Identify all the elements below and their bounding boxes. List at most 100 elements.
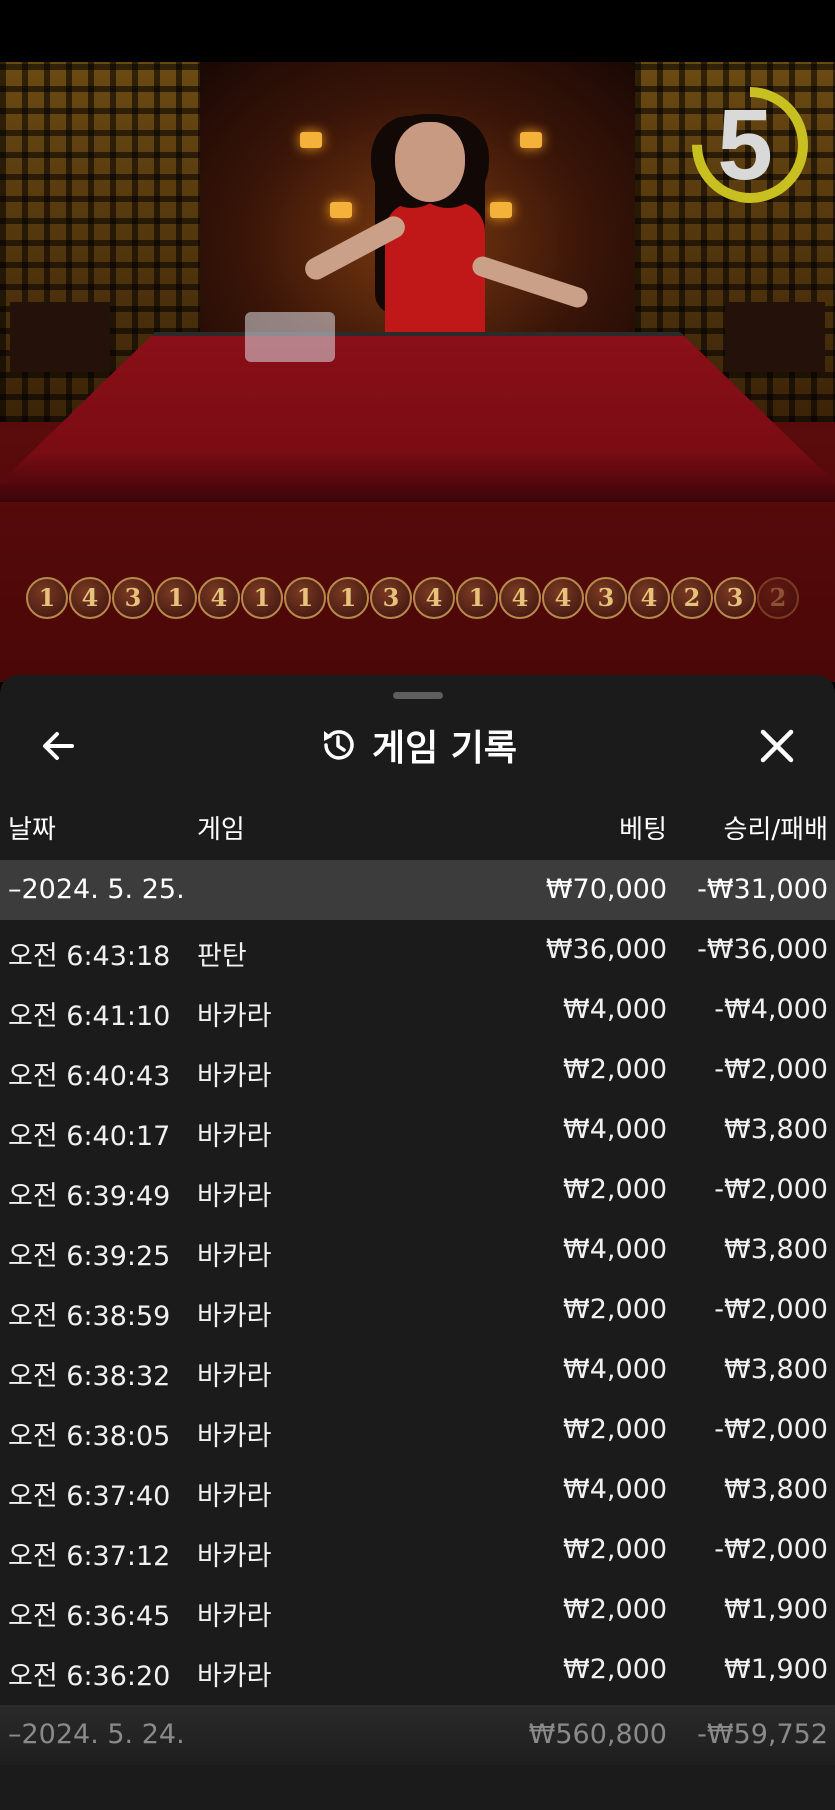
bead-road-cell: 4 <box>628 577 670 619</box>
row-time: 오전 6:36:20 <box>8 1661 171 1692</box>
history-row[interactable]: 오전 6:43:18 판탄 ₩36,000 -₩36,000 <box>0 920 835 980</box>
sheet-header: 게임 기록 <box>0 705 835 785</box>
row-time: 오전 6:40:17 <box>8 1121 171 1152</box>
row-time: 오전 6:38:59 <box>8 1301 171 1332</box>
bead-road-cell: 3 <box>714 577 756 619</box>
history-row[interactable]: 오전 6:40:17 바카라 ₩4,000 ₩3,800 <box>0 1100 835 1160</box>
history-row[interactable]: 오전 6:38:32 바카라 ₩4,000 ₩3,800 <box>0 1340 835 1400</box>
row-bet: ₩2,000 <box>563 1654 667 1685</box>
history-row[interactable]: 오전 6:37:40 바카라 ₩4,000 ₩3,800 <box>0 1460 835 1520</box>
history-row[interactable]: 오전 6:38:59 바카라 ₩2,000 -₩2,000 <box>0 1280 835 1340</box>
back-button[interactable] <box>36 723 82 769</box>
bead-road-cell: 1 <box>456 577 498 619</box>
row-time: 오전 6:38:05 <box>8 1421 171 1452</box>
history-row[interactable]: 오전 6:39:49 바카라 ₩2,000 -₩2,000 <box>0 1160 835 1220</box>
history-row[interactable]: 오전 6:36:45 바카라 ₩2,000 ₩1,900 <box>0 1580 835 1640</box>
date-group-row[interactable]: –2024. 5. 25. ₩70,000 -₩31,000 <box>0 860 835 920</box>
decor-cabinet <box>725 302 825 372</box>
row-bet: ₩2,000 <box>563 1054 667 1085</box>
bead-road-cell: 4 <box>499 577 541 619</box>
group-date: –2024. 5. 24. <box>8 1719 185 1750</box>
bead-road-cell: 1 <box>26 577 68 619</box>
row-game: 판탄 <box>197 941 247 972</box>
history-row[interactable]: 오전 6:40:43 바카라 ₩2,000 -₩2,000 <box>0 1040 835 1100</box>
row-time: 오전 6:41:10 <box>8 1001 171 1032</box>
dealer-head <box>395 122 465 202</box>
row-result: -₩4,000 <box>714 994 828 1025</box>
group-result-total: -₩59,752 <box>697 1719 828 1750</box>
row-time: 오전 6:39:25 <box>8 1241 171 1272</box>
row-time: 오전 6:40:43 <box>8 1061 171 1092</box>
countdown-timer: 5 <box>690 80 820 210</box>
bead-road-cell: 2 <box>757 577 799 619</box>
history-row[interactable]: 오전 6:38:05 바카라 ₩2,000 -₩2,000 <box>0 1400 835 1460</box>
close-button[interactable] <box>754 723 800 769</box>
arrow-left-icon <box>43 732 74 760</box>
bead-road-cell: 4 <box>198 577 240 619</box>
group-date: –2024. 5. 25. <box>8 874 185 905</box>
row-game: 바카라 <box>197 1301 272 1332</box>
row-bet: ₩2,000 <box>563 1534 667 1565</box>
sheet-title: 게임 기록 <box>371 728 517 769</box>
row-bet: ₩4,000 <box>563 994 667 1025</box>
bead-road-cell: 3 <box>370 577 412 619</box>
history-row[interactable]: 오전 6:41:10 바카라 ₩4,000 -₩4,000 <box>0 980 835 1040</box>
column-game: 게임 <box>197 815 245 845</box>
group-bet-total: ₩560,800 <box>528 1719 667 1750</box>
timer-value: 5 <box>717 89 773 201</box>
row-bet: ₩2,000 <box>563 1174 667 1205</box>
row-bet: ₩2,000 <box>563 1294 667 1325</box>
column-bet: 베팅 <box>619 815 667 845</box>
row-game: 바카라 <box>197 1121 272 1152</box>
row-game: 바카라 <box>197 1481 272 1512</box>
live-video: 5 143141113414434232 <box>0 62 835 682</box>
history-icon <box>323 730 354 760</box>
row-result: -₩2,000 <box>714 1414 828 1445</box>
row-result: -₩2,000 <box>714 1294 828 1325</box>
group-result-total: -₩31,000 <box>697 874 828 905</box>
row-bet: ₩4,000 <box>563 1354 667 1385</box>
history-row[interactable]: 오전 6:36:20 바카라 ₩2,000 ₩1,900 <box>0 1640 835 1700</box>
row-result: ₩3,800 <box>724 1114 828 1145</box>
row-game: 바카라 <box>197 1001 272 1032</box>
row-game: 바카라 <box>197 1061 272 1092</box>
bead-road: 143141113414434232 <box>26 577 835 629</box>
row-result: ₩1,900 <box>724 1594 828 1625</box>
row-game: 바카라 <box>197 1541 272 1572</box>
row-result: ₩3,800 <box>724 1234 828 1265</box>
history-row[interactable]: 오전 6:39:25 바카라 ₩4,000 ₩3,800 <box>0 1220 835 1280</box>
row-bet: ₩4,000 <box>563 1114 667 1145</box>
sheet-drag-handle[interactable] <box>393 692 443 699</box>
row-game: 바카라 <box>197 1181 272 1212</box>
bead-road-cell: 3 <box>585 577 627 619</box>
bead-road-cell: 2 <box>671 577 713 619</box>
row-time: 오전 6:39:49 <box>8 1181 171 1212</box>
column-date: 날짜 <box>8 815 56 845</box>
game-history-sheet: 게임 기록 날짜 게임 베팅 승리/패배 –2024. 5. 25. ₩70,00… <box>0 675 835 1810</box>
row-time: 오전 6:43:18 <box>8 941 171 972</box>
decor-cabinet <box>10 302 110 372</box>
column-headers: 날짜 게임 베팅 승리/패배 <box>0 793 835 853</box>
sheet-title-wrap: 게임 기록 <box>0 705 835 785</box>
row-bet: ₩2,000 <box>563 1594 667 1625</box>
date-group-row[interactable]: –2024. 5. 24. ₩560,800 -₩59,752 <box>0 1705 835 1765</box>
decor-lamp <box>300 132 322 148</box>
row-game: 바카라 <box>197 1361 272 1392</box>
decor-lamp <box>520 132 542 148</box>
row-bet: ₩36,000 <box>545 934 667 965</box>
row-result: -₩2,000 <box>714 1174 828 1205</box>
column-result: 승리/패배 <box>723 815 828 845</box>
bead-road-cell: 3 <box>112 577 154 619</box>
history-row[interactable]: 오전 6:37:12 바카라 ₩2,000 -₩2,000 <box>0 1520 835 1580</box>
bead-road-cell: 1 <box>155 577 197 619</box>
row-result: ₩3,800 <box>724 1354 828 1385</box>
row-time: 오전 6:36:45 <box>8 1601 171 1632</box>
row-result: -₩36,000 <box>697 934 828 965</box>
bead-road-cell: 4 <box>413 577 455 619</box>
row-game: 바카라 <box>197 1241 272 1272</box>
row-result: -₩2,000 <box>714 1534 828 1565</box>
row-time: 오전 6:38:32 <box>8 1361 171 1392</box>
row-result: ₩3,800 <box>724 1474 828 1505</box>
bead-road-cell: 1 <box>241 577 283 619</box>
bead-road-cell: 4 <box>69 577 111 619</box>
